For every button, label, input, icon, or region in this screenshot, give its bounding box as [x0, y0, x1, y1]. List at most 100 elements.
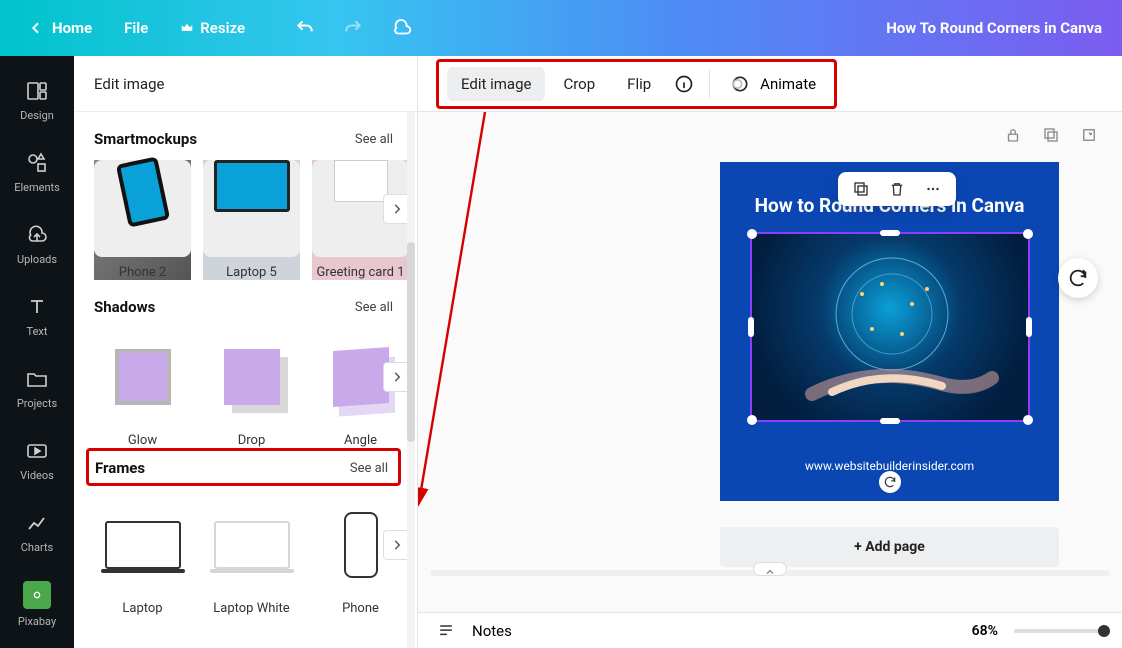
- section-shadows-title: Shadows: [94, 298, 155, 316]
- folder-icon: [25, 367, 49, 391]
- crop-button[interactable]: Crop: [549, 67, 609, 101]
- canvas-page[interactable]: How to Round Corners in Canva: [720, 162, 1059, 501]
- panel-scroll[interactable]: Smartmockups See all Phone 2 Laptop 5 Gr…: [74, 112, 417, 648]
- add-page-button[interactable]: + Add page: [720, 527, 1059, 567]
- notes-label[interactable]: Notes: [472, 622, 512, 640]
- home-button[interactable]: Home: [16, 11, 104, 45]
- frame-laptop[interactable]: Laptop: [94, 496, 191, 616]
- resize-handle-right[interactable]: [1026, 317, 1032, 337]
- info-button[interactable]: [669, 69, 699, 99]
- crown-icon: [180, 21, 194, 35]
- resize-menu[interactable]: Resize: [168, 11, 257, 45]
- nav-projects-label: Projects: [17, 397, 57, 410]
- nav-projects[interactable]: Projects: [0, 352, 74, 424]
- canvas-body[interactable]: How to Round Corners in Canva: [418, 112, 1122, 612]
- nav-charts[interactable]: Charts: [0, 496, 74, 568]
- shadow-drop[interactable]: Drop: [203, 328, 300, 448]
- undo-button[interactable]: [285, 10, 325, 46]
- context-toolbar: Edit image Crop Flip Animate: [418, 56, 1122, 112]
- resize-handle-bottom[interactable]: [880, 418, 900, 424]
- smartmockup-laptop-5[interactable]: Laptop 5: [203, 160, 300, 280]
- nav-design-label: Design: [20, 109, 54, 122]
- charts-icon: [25, 511, 49, 535]
- canvas-area: Edit image Crop Flip Animate: [418, 56, 1122, 648]
- chevron-left-icon: [28, 20, 44, 36]
- shadows-see-all[interactable]: See all: [355, 300, 393, 315]
- pixabay-icon: [23, 581, 51, 609]
- thumb-label: Laptop: [122, 601, 162, 616]
- file-menu[interactable]: File: [112, 11, 160, 45]
- separator: [709, 70, 710, 98]
- zoom-slider-thumb[interactable]: [1098, 625, 1110, 637]
- zoom-slider[interactable]: [1014, 629, 1104, 633]
- frame-laptop-white[interactable]: Laptop White: [203, 496, 300, 616]
- nav-design[interactable]: Design: [0, 64, 74, 136]
- panel-header: Edit image: [74, 56, 417, 112]
- document-title[interactable]: How To Round Corners in Canva: [886, 19, 1106, 37]
- annotation-arrow: [418, 112, 495, 522]
- nav-videos[interactable]: Videos: [0, 424, 74, 496]
- smartmockups-see-all[interactable]: See all: [355, 132, 393, 147]
- zoom-value[interactable]: 68%: [972, 623, 998, 639]
- undo-icon: [295, 18, 315, 38]
- resize-handle-bl[interactable]: [747, 415, 757, 425]
- smartmockup-phone-2[interactable]: Phone 2: [94, 160, 191, 280]
- selected-image[interactable]: [750, 232, 1030, 422]
- resize-handle-br[interactable]: [1023, 415, 1033, 425]
- nav-pixabay[interactable]: Pixabay: [0, 568, 74, 640]
- globe-image: [752, 234, 1032, 424]
- thumb-label: Laptop 5: [226, 265, 277, 280]
- animate-button[interactable]: Animate: [720, 66, 826, 102]
- nav-elements[interactable]: Elements: [0, 136, 74, 208]
- redo-icon: [343, 18, 363, 38]
- top-bar: Home File Resize How To Round Corners in…: [0, 0, 1122, 56]
- nav-uploads-label: Uploads: [17, 253, 57, 266]
- resize-handle-left[interactable]: [748, 317, 754, 337]
- element-toolbar: [838, 172, 956, 206]
- edit-image-panel: Edit image Smartmockups See all Phone 2 …: [74, 56, 418, 648]
- horizontal-scroll[interactable]: [418, 566, 1122, 580]
- animate-label: Animate: [760, 75, 816, 93]
- export-icon[interactable]: [1080, 126, 1098, 144]
- cloud-save-button[interactable]: [381, 9, 423, 47]
- chevron-right-icon: [390, 538, 404, 552]
- flip-button[interactable]: Flip: [613, 67, 665, 101]
- sync-icon: [883, 475, 897, 489]
- trash-icon[interactable]: [888, 180, 906, 198]
- chevron-right-icon: [390, 370, 404, 384]
- panel-scrollbar[interactable]: [407, 112, 415, 648]
- edit-image-button[interactable]: Edit image: [447, 67, 545, 101]
- nav-rail: Design Elements Uploads Text Projects Vi…: [0, 56, 74, 648]
- cloud-icon: [391, 17, 413, 39]
- resize-handle-tr[interactable]: [1023, 229, 1033, 239]
- nav-text[interactable]: Text: [0, 280, 74, 352]
- refresh-badge[interactable]: [879, 471, 901, 493]
- frames-see-all[interactable]: See all: [350, 461, 388, 476]
- nav-pixabay-label: Pixabay: [18, 615, 56, 628]
- regenerate-button[interactable]: [1058, 258, 1098, 298]
- more-icon[interactable]: [924, 180, 942, 198]
- design-icon: [25, 79, 49, 103]
- uploads-icon: [25, 223, 49, 247]
- thumb-label: Glow: [128, 433, 157, 448]
- nav-elements-label: Elements: [14, 181, 60, 194]
- thumb-label: Angle: [344, 433, 377, 448]
- animate-icon: [730, 74, 750, 94]
- chevron-right-icon: [390, 202, 404, 216]
- notes-icon[interactable]: [436, 621, 456, 641]
- thumb-label: Laptop White: [213, 601, 289, 616]
- chevron-up-icon: [764, 566, 776, 578]
- info-icon: [674, 74, 694, 94]
- resize-handle-tl[interactable]: [747, 229, 757, 239]
- shadow-glow[interactable]: Glow: [94, 328, 191, 448]
- resize-handle-top[interactable]: [880, 230, 900, 236]
- resize-label: Resize: [200, 19, 245, 37]
- scroll-nub[interactable]: [753, 562, 787, 576]
- lock-icon[interactable]: [1004, 126, 1022, 144]
- duplicate-page-icon[interactable]: [1042, 126, 1060, 144]
- nav-text-label: Text: [27, 325, 48, 338]
- copy-icon[interactable]: [852, 180, 870, 198]
- redo-button[interactable]: [333, 10, 373, 46]
- nav-uploads[interactable]: Uploads: [0, 208, 74, 280]
- home-label: Home: [52, 19, 92, 37]
